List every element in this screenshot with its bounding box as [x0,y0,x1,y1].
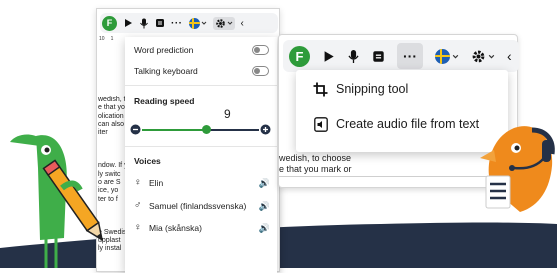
more-menu: Snipping tool Create audio file from tex… [296,70,508,152]
ruler-number: 10 [99,36,105,42]
collapse-chevron-icon[interactable]: ‹ [507,48,512,64]
collapse-chevron-icon[interactable]: ‹ [241,18,244,29]
divider [125,85,277,86]
audio-file-icon [314,117,328,132]
crop-icon [313,82,328,97]
word-prediction-toggle[interactable] [252,45,269,55]
language-flag-icon[interactable] [188,17,207,29]
left-document-window: F ··· ‹ 10 1 wedish, t e that yo olicati… [96,8,280,273]
slider-thumb[interactable] [201,125,211,134]
voice-item[interactable]: ♂ Samuel (finlandssvenska) 🔊 [134,200,270,214]
document-icon[interactable] [155,18,165,28]
doc-line: wedish, t [98,96,125,103]
speaker-icon[interactable]: 🔊 [259,223,270,234]
increase-speed-icon[interactable] [260,124,271,135]
talking-keyboard-label: Talking keyboard [134,66,198,76]
doc-line: e that yo [98,104,125,112]
settings-panel: Word prediction Talking keyboard Reading… [125,37,277,273]
more-icon[interactable]: ··· [171,18,183,29]
language-flag-icon[interactable] [435,48,459,64]
speaker-icon[interactable]: 🔊 [259,178,270,189]
menu-item-create-audio-file[interactable]: Create audio file from text [296,113,508,137]
play-icon[interactable] [322,50,335,63]
voice-name: Elin [149,178,164,188]
speed-value: 9 [224,107,231,121]
microphone-icon[interactable] [139,18,149,29]
reading-speed-label: Reading speed [134,96,195,106]
app-logo-icon[interactable]: F [102,15,117,31]
microphone-icon[interactable] [347,49,360,64]
orange-bird-mascot [480,126,555,212]
female-icon: ♀ [134,222,142,233]
document-icon[interactable] [372,50,385,63]
voices-label: Voices [134,156,161,166]
ruler-number: 1 [110,36,114,42]
divider [125,146,277,147]
decrease-speed-icon[interactable] [130,124,141,135]
left-toolbar: F ··· ‹ [100,13,278,33]
speed-slider[interactable] [130,123,271,137]
ruler: 10 1 [99,36,127,42]
right-toolbar: F ··· ‹ [283,40,519,72]
voice-item[interactable]: ♀ Elin 🔊 [134,177,270,191]
voice-item[interactable]: ♀ Mia (skånska) 🔊 [134,222,270,236]
menu-item-label: Snipping tool [336,82,409,96]
voice-name: Mia (skånska) [149,223,202,233]
female-icon: ♀ [134,177,142,188]
settings-gear-icon[interactable] [471,49,495,64]
talking-keyboard-toggle[interactable] [252,66,269,76]
menu-item-label: Create audio file from text [336,117,480,131]
more-icon[interactable]: ··· [397,43,423,69]
word-prediction-label: Word prediction [134,45,194,55]
speaker-icon[interactable]: 🔊 [259,201,270,212]
menu-item-snipping-tool[interactable]: Snipping tool [296,78,508,102]
slider-fill [142,128,207,131]
voice-name: Samuel (finlandssvenska) [149,201,247,211]
app-logo-icon[interactable]: F [289,45,310,67]
play-icon[interactable] [123,18,133,28]
male-icon: ♂ [134,200,142,211]
green-bird-mascot [10,134,104,268]
doc-line: olication i [98,112,125,120]
settings-gear-icon[interactable] [212,16,235,30]
